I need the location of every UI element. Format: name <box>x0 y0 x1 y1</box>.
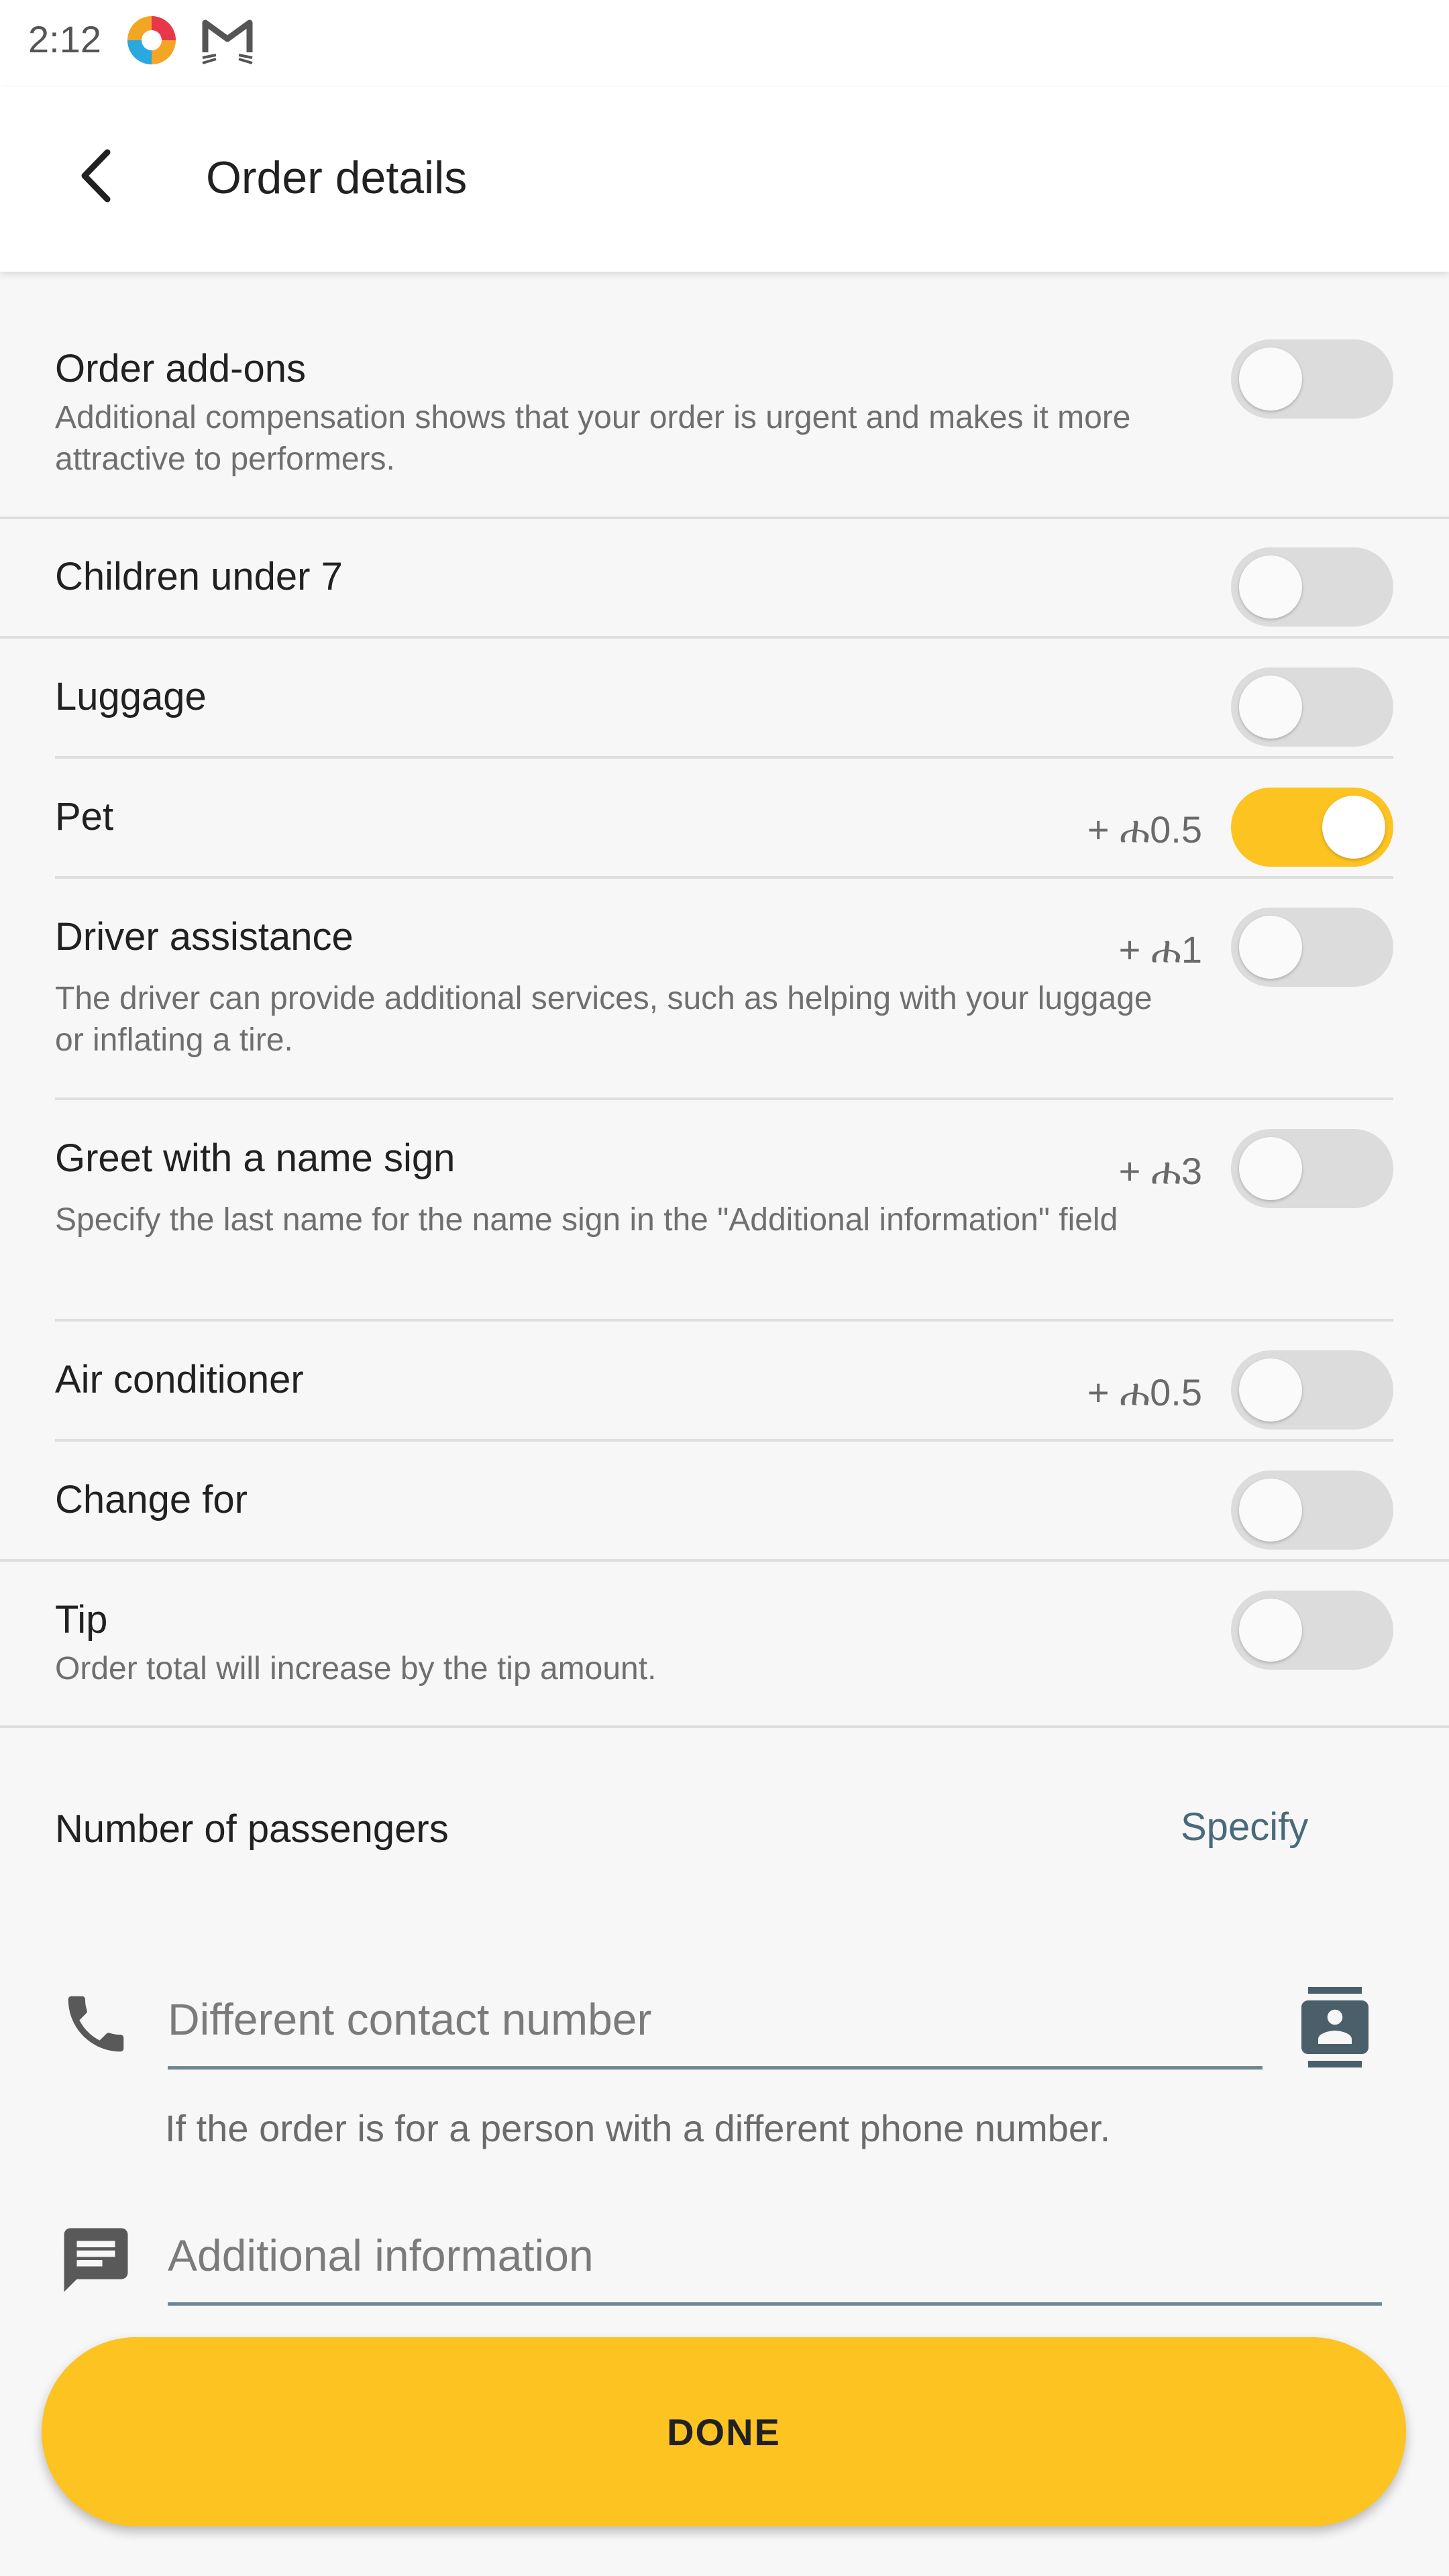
divider <box>55 756 1393 759</box>
status-time: 2:12 <box>28 18 101 60</box>
phone-icon <box>68 1996 124 2052</box>
luggage-toggle[interactable] <box>1231 667 1393 747</box>
divider <box>55 1319 1393 1322</box>
addons-description: Additional compensation shows that your … <box>55 400 1131 477</box>
pet-toggle[interactable] <box>1231 788 1393 867</box>
divider <box>0 1559 1449 1562</box>
option-title-children: Children under 7 <box>55 555 343 598</box>
contact-number-input[interactable] <box>168 1986 1241 2053</box>
option-title-luggage: Luggage <box>55 675 207 718</box>
additional-info-input[interactable] <box>168 2222 1375 2289</box>
additional-info-underline <box>168 2302 1382 2306</box>
done-button[interactable]: DONE <box>42 2337 1406 2526</box>
toggle-knob <box>1239 555 1302 619</box>
name-sign-toggle[interactable] <box>1231 1129 1393 1208</box>
option-description-driver-assistance: The driver can provide additional servic… <box>55 981 1152 1058</box>
browser-app-icon <box>127 16 176 64</box>
option-title-change-for: Change for <box>55 1478 248 1521</box>
contact-input-underline <box>168 2066 1263 2070</box>
option-title-air-conditioner: Air conditioner <box>55 1358 304 1401</box>
toggle-knob <box>1239 1479 1302 1542</box>
air-conditioner-toggle[interactable] <box>1231 1350 1393 1430</box>
divider <box>0 636 1449 639</box>
option-price-air-conditioner: + ሐ0.5 <box>1087 1371 1202 1413</box>
divider <box>55 876 1393 879</box>
option-description-name-sign: Specify the last name for the name sign … <box>55 1202 1118 1238</box>
status-bar: 2:12 <box>0 0 1449 87</box>
toggle-knob <box>1239 916 1302 979</box>
message-icon <box>64 2228 128 2292</box>
passengers-label: Number of passengers <box>55 1807 449 1851</box>
toggle-knob <box>1239 347 1302 411</box>
toggle-knob <box>1322 796 1385 859</box>
back-arrow-icon[interactable] <box>60 139 134 213</box>
addons-toggle[interactable] <box>1231 339 1393 419</box>
mail-cat-icon <box>202 19 253 64</box>
addons-title: Order add-ons <box>55 347 306 390</box>
option-price-driver-assistance: + ሐ1 <box>1118 928 1202 971</box>
toggle-knob <box>1239 1137 1302 1200</box>
toggle-knob <box>1239 1358 1302 1421</box>
divider <box>55 1439 1393 1442</box>
option-price-name-sign: + ሐ3 <box>1118 1150 1202 1192</box>
option-title-driver-assistance: Driver assistance <box>55 915 354 959</box>
tip-toggle[interactable] <box>1231 1591 1393 1670</box>
driver-assistance-toggle[interactable] <box>1231 908 1393 987</box>
option-price-pet: + ሐ0.5 <box>1087 808 1202 851</box>
change-for-toggle[interactable] <box>1231 1470 1393 1550</box>
children-toggle[interactable] <box>1231 547 1393 627</box>
toggle-knob <box>1239 1599 1302 1662</box>
divider <box>0 1725 1449 1728</box>
divider <box>0 517 1449 519</box>
tip-description: Order total will increase by the tip amo… <box>55 1651 657 1686</box>
page-title: Order details <box>206 152 468 203</box>
contacts-book-icon[interactable] <box>1295 1987 1375 2068</box>
option-title-name-sign: Greet with a name sign <box>55 1136 455 1180</box>
contact-helper-text: If the order is for a person with a diff… <box>165 2107 1111 2149</box>
toggle-knob <box>1239 676 1302 739</box>
divider <box>55 1097 1393 1100</box>
tip-title: Tip <box>55 1598 108 1642</box>
option-title-pet: Pet <box>55 795 114 839</box>
app-bar: Order details <box>0 87 1449 272</box>
specify-passengers-link[interactable]: Specify <box>1181 1805 1308 1849</box>
